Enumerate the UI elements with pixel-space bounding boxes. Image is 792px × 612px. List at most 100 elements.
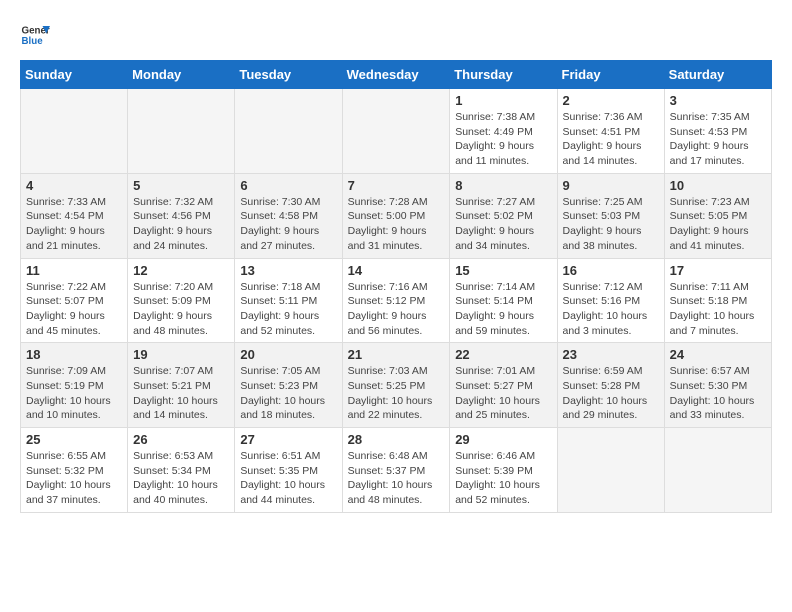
day-cell: 5Sunrise: 7:32 AM Sunset: 4:56 PM Daylig…	[128, 173, 235, 258]
day-cell: 17 Sunrise: 7:11 AM Sunset: 5:18 PM Dayli…	[664, 258, 771, 343]
day-info: Sunrise: 7:11 AM Sunset: 5:18 PM Dayligh…	[670, 280, 766, 339]
day-info: Sunrise: 7:20 AM Sunset: 5:09 PM Dayligh…	[133, 280, 229, 339]
day-cell: 3Sunrise: 7:35 AM Sunset: 4:53 PM Daylig…	[664, 89, 771, 174]
day-cell: 22 Sunrise: 7:01 AM Sunset: 5:27 PM Dayli…	[450, 343, 557, 428]
day-info: Sunrise: 7:32 AM Sunset: 4:56 PM Dayligh…	[133, 195, 229, 254]
day-info: Sunrise: 7:30 AM Sunset: 4:58 PM Dayligh…	[240, 195, 336, 254]
day-info: Sunrise: 7:33 AM Sunset: 4:54 PM Dayligh…	[26, 195, 122, 254]
day-cell: 6Sunrise: 7:30 AM Sunset: 4:58 PM Daylig…	[235, 173, 342, 258]
day-number: 26	[133, 432, 229, 447]
day-cell: 29 Sunrise: 6:46 AM Sunset: 5:39 PM Dayli…	[450, 428, 557, 513]
day-cell: 8 Sunrise: 7:27 AM Sunset: 5:02 PM Daylig…	[450, 173, 557, 258]
day-info: Sunrise: 6:46 AM Sunset: 5:39 PM Dayligh…	[455, 449, 551, 508]
day-info: Sunrise: 7:38 AM Sunset: 4:49 PM Dayligh…	[455, 110, 551, 169]
day-info: Sunrise: 7:14 AM Sunset: 5:14 PM Dayligh…	[455, 280, 551, 339]
day-info: Sunrise: 7:28 AM Sunset: 5:00 PM Dayligh…	[348, 195, 445, 254]
day-info: Sunrise: 7:03 AM Sunset: 5:25 PM Dayligh…	[348, 364, 445, 423]
day-number: 14	[348, 263, 445, 278]
day-number: 23	[563, 347, 659, 362]
day-info: Sunrise: 7:27 AM Sunset: 5:02 PM Dayligh…	[455, 195, 551, 254]
day-info: Sunrise: 7:23 AM Sunset: 5:05 PM Dayligh…	[670, 195, 766, 254]
day-number: 28	[348, 432, 445, 447]
day-cell: 12 Sunrise: 7:20 AM Sunset: 5:09 PM Dayli…	[128, 258, 235, 343]
week-row-1: 1 Sunrise: 7:38 AM Sunset: 4:49 PM Daylig…	[21, 89, 772, 174]
day-number: 19	[133, 347, 229, 362]
day-info: Sunrise: 7:07 AM Sunset: 5:21 PM Dayligh…	[133, 364, 229, 423]
svg-text:Blue: Blue	[22, 36, 44, 47]
day-info: Sunrise: 6:51 AM Sunset: 5:35 PM Dayligh…	[240, 449, 336, 508]
header-cell-thursday: Thursday	[450, 61, 557, 89]
day-cell	[342, 89, 450, 174]
day-number: 11	[26, 263, 122, 278]
header-cell-wednesday: Wednesday	[342, 61, 450, 89]
day-info: Sunrise: 7:22 AM Sunset: 5:07 PM Dayligh…	[26, 280, 122, 339]
day-info: Sunrise: 7:16 AM Sunset: 5:12 PM Dayligh…	[348, 280, 445, 339]
day-cell: 16 Sunrise: 7:12 AM Sunset: 5:16 PM Dayli…	[557, 258, 664, 343]
day-number: 13	[240, 263, 336, 278]
day-number: 24	[670, 347, 766, 362]
header-cell-saturday: Saturday	[664, 61, 771, 89]
day-number: 9	[563, 178, 659, 193]
day-cell: 1 Sunrise: 7:38 AM Sunset: 4:49 PM Daylig…	[450, 89, 557, 174]
header-row: SundayMondayTuesdayWednesdayThursdayFrid…	[21, 61, 772, 89]
day-number: 1	[455, 93, 551, 108]
day-cell: 26Sunrise: 6:53 AM Sunset: 5:34 PM Dayli…	[128, 428, 235, 513]
day-number: 15	[455, 263, 551, 278]
week-row-2: 4 Sunrise: 7:33 AM Sunset: 4:54 PM Daylig…	[21, 173, 772, 258]
day-info: Sunrise: 6:57 AM Sunset: 5:30 PM Dayligh…	[670, 364, 766, 423]
day-cell	[557, 428, 664, 513]
day-cell: 15 Sunrise: 7:14 AM Sunset: 5:14 PM Dayli…	[450, 258, 557, 343]
day-number: 21	[348, 347, 445, 362]
day-cell	[235, 89, 342, 174]
day-cell: 24 Sunrise: 6:57 AM Sunset: 5:30 PM Dayli…	[664, 343, 771, 428]
day-number: 17	[670, 263, 766, 278]
day-number: 20	[240, 347, 336, 362]
day-number: 10	[670, 178, 766, 193]
header-cell-friday: Friday	[557, 61, 664, 89]
day-cell: 2 Sunrise: 7:36 AM Sunset: 4:51 PM Daylig…	[557, 89, 664, 174]
day-info: Sunrise: 7:18 AM Sunset: 5:11 PM Dayligh…	[240, 280, 336, 339]
day-number: 2	[563, 93, 659, 108]
day-number: 27	[240, 432, 336, 447]
day-cell: 7 Sunrise: 7:28 AM Sunset: 5:00 PM Daylig…	[342, 173, 450, 258]
header-cell-tuesday: Tuesday	[235, 61, 342, 89]
day-cell	[128, 89, 235, 174]
day-number: 16	[563, 263, 659, 278]
day-number: 18	[26, 347, 122, 362]
week-row-5: 25Sunrise: 6:55 AM Sunset: 5:32 PM Dayli…	[21, 428, 772, 513]
day-info: Sunrise: 7:12 AM Sunset: 5:16 PM Dayligh…	[563, 280, 659, 339]
day-info: Sunrise: 7:05 AM Sunset: 5:23 PM Dayligh…	[240, 364, 336, 423]
day-cell: 4 Sunrise: 7:33 AM Sunset: 4:54 PM Daylig…	[21, 173, 128, 258]
day-info: Sunrise: 6:59 AM Sunset: 5:28 PM Dayligh…	[563, 364, 659, 423]
header-cell-monday: Monday	[128, 61, 235, 89]
day-info: Sunrise: 7:09 AM Sunset: 5:19 PM Dayligh…	[26, 364, 122, 423]
day-cell: 9 Sunrise: 7:25 AM Sunset: 5:03 PM Daylig…	[557, 173, 664, 258]
day-cell: 25Sunrise: 6:55 AM Sunset: 5:32 PM Dayli…	[21, 428, 128, 513]
day-cell: 27 Sunrise: 6:51 AM Sunset: 5:35 PM Dayli…	[235, 428, 342, 513]
day-number: 7	[348, 178, 445, 193]
header-cell-sunday: Sunday	[21, 61, 128, 89]
day-number: 22	[455, 347, 551, 362]
day-cell: 13 Sunrise: 7:18 AM Sunset: 5:11 PM Dayli…	[235, 258, 342, 343]
day-info: Sunrise: 7:25 AM Sunset: 5:03 PM Dayligh…	[563, 195, 659, 254]
day-info: Sunrise: 6:48 AM Sunset: 5:37 PM Dayligh…	[348, 449, 445, 508]
day-cell: 21 Sunrise: 7:03 AM Sunset: 5:25 PM Dayli…	[342, 343, 450, 428]
day-cell: 23 Sunrise: 6:59 AM Sunset: 5:28 PM Dayli…	[557, 343, 664, 428]
day-cell: 20 Sunrise: 7:05 AM Sunset: 5:23 PM Dayli…	[235, 343, 342, 428]
page-header: General Blue	[20, 20, 772, 50]
day-info: Sunrise: 7:36 AM Sunset: 4:51 PM Dayligh…	[563, 110, 659, 169]
day-cell: 18 Sunrise: 7:09 AM Sunset: 5:19 PM Dayli…	[21, 343, 128, 428]
day-cell: 19 Sunrise: 7:07 AM Sunset: 5:21 PM Dayli…	[128, 343, 235, 428]
day-number: 12	[133, 263, 229, 278]
day-number: 8	[455, 178, 551, 193]
day-cell: 14 Sunrise: 7:16 AM Sunset: 5:12 PM Dayli…	[342, 258, 450, 343]
calendar-table: SundayMondayTuesdayWednesdayThursdayFrid…	[20, 60, 772, 513]
day-cell: 11 Sunrise: 7:22 AM Sunset: 5:07 PM Dayli…	[21, 258, 128, 343]
day-number: 3	[670, 93, 766, 108]
day-number: 4	[26, 178, 122, 193]
day-number: 29	[455, 432, 551, 447]
day-cell	[664, 428, 771, 513]
logo: General Blue	[20, 20, 54, 50]
calendar-body: 1 Sunrise: 7:38 AM Sunset: 4:49 PM Daylig…	[21, 89, 772, 513]
day-info: Sunrise: 7:01 AM Sunset: 5:27 PM Dayligh…	[455, 364, 551, 423]
